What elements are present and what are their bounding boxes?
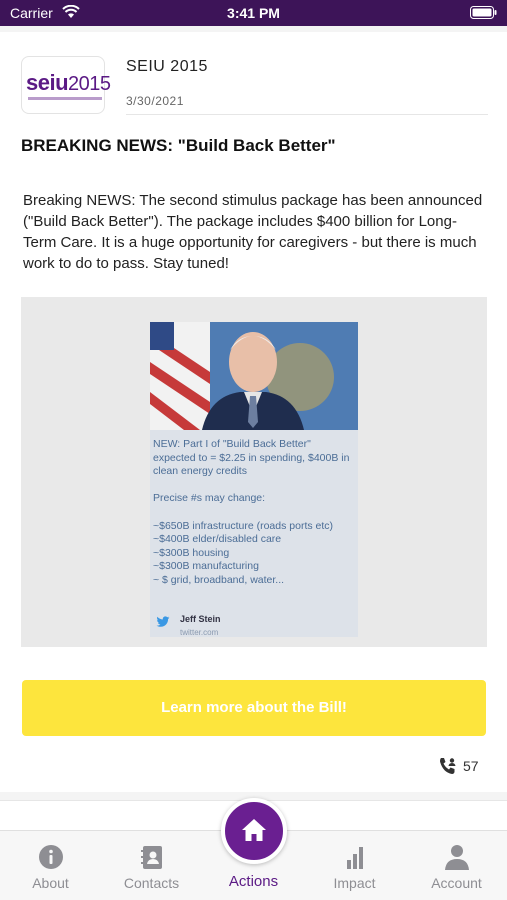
contacts-icon: [141, 846, 162, 869]
status-time: 3:41 PM: [227, 5, 280, 21]
tweet-screenshot: NEW: Part I of "Build Back Better" expec…: [150, 322, 358, 637]
tab-account-label: Account: [431, 875, 482, 891]
post-date: 3/30/2021: [126, 94, 184, 108]
home-icon: [242, 819, 266, 841]
tab-impact[interactable]: Impact: [304, 831, 405, 900]
tab-impact-label: Impact: [333, 875, 376, 891]
post-image[interactable]: NEW: Part I of "Build Back Better" expec…: [21, 297, 487, 647]
call-count[interactable]: 57: [439, 756, 487, 776]
call-count-value: 57: [463, 758, 479, 774]
battery-icon: [470, 6, 497, 19]
tab-about[interactable]: About: [0, 831, 101, 900]
org-name: SEIU 2015: [126, 58, 208, 75]
org-logo: seiu2015: [21, 56, 111, 114]
logo-wordmark: seiu: [26, 70, 69, 95]
header-divider: [126, 114, 488, 115]
tab-about-label: About: [32, 875, 69, 891]
phone-person-icon: [440, 758, 456, 774]
post-headline: BREAKING NEWS: "Build Back Better": [21, 136, 336, 155]
bar-chart-icon: [347, 847, 363, 869]
post-body: Breaking NEWS: The second stimulus packa…: [23, 192, 483, 272]
learn-more-button[interactable]: Learn more about the Bill!: [22, 680, 486, 736]
portrait-image: [150, 322, 358, 430]
logo-year: 2015: [68, 73, 111, 95]
tweet-source: twitter.com: [180, 628, 219, 637]
tab-contacts[interactable]: Contacts: [101, 831, 202, 900]
tab-contacts-label: Contacts: [123, 875, 180, 891]
tweet-author: Jeff Stein: [180, 614, 221, 624]
status-bar: Carrier 3:41 PM: [0, 0, 507, 26]
tab-actions-label: Actions: [228, 873, 279, 890]
tab-account[interactable]: Account: [406, 831, 507, 900]
person-icon: [445, 845, 469, 870]
actions-home-button[interactable]: [221, 798, 287, 864]
logo-tagline: [28, 97, 102, 100]
tweet-text: NEW: Part I of "Build Back Better" expec…: [153, 438, 350, 586]
tweet-photo: [150, 322, 358, 430]
twitter-bird-icon: [156, 616, 170, 627]
info-icon: [39, 845, 63, 869]
